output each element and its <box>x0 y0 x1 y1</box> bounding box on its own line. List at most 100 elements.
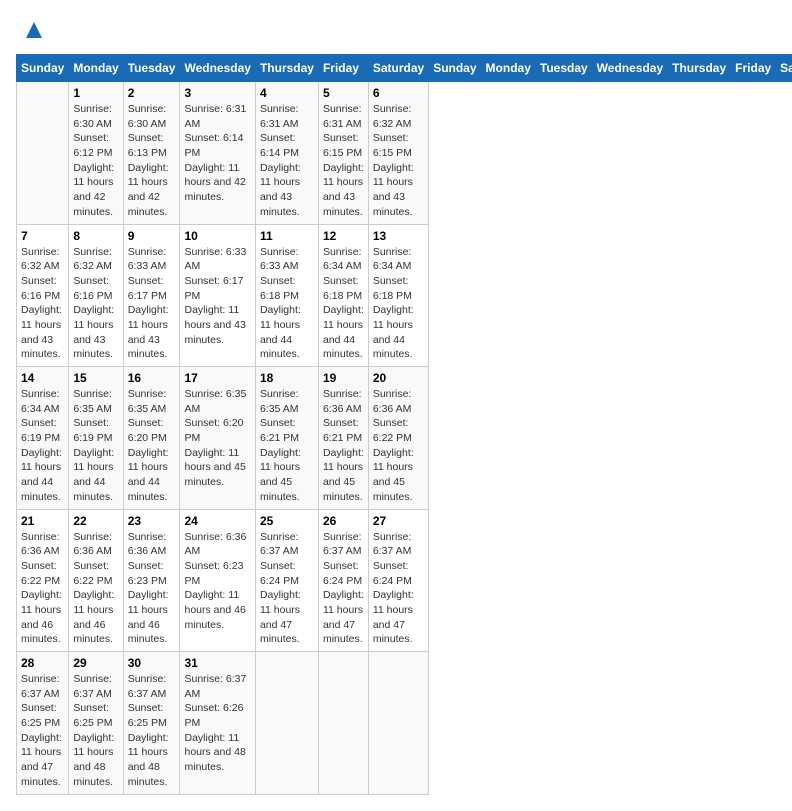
calendar-day-21: 21 Sunrise: 6:36 AM Sunset: 6:22 PM Dayli… <box>17 509 69 652</box>
day-number: 8 <box>73 229 118 243</box>
calendar-day-6: 6Sunrise: 6:32 AM Sunset: 6:15 PM Daylig… <box>368 82 428 225</box>
day-number: 12 <box>323 229 364 243</box>
day-info: Sunrise: 6:30 AM Sunset: 6:12 PM Dayligh… <box>73 102 118 220</box>
day-number: 23 <box>128 514 176 528</box>
header-day-sunday: Sunday <box>429 55 481 82</box>
day-number: 11 <box>260 229 314 243</box>
calendar-day-31: 31Sunrise: 6:37 AM Sunset: 6:26 PM Dayli… <box>180 652 255 795</box>
day-info: Sunrise: 6:33 AM Sunset: 6:18 PM Dayligh… <box>260 245 314 363</box>
calendar-empty-cell <box>17 82 69 225</box>
day-number: 3 <box>184 86 250 100</box>
day-info: Sunrise: 6:34 AM Sunset: 6:18 PM Dayligh… <box>323 245 364 363</box>
header-saturday: Saturday <box>368 55 428 82</box>
day-info: Sunrise: 6:36 AM Sunset: 6:23 PM Dayligh… <box>184 530 250 633</box>
calendar-day-16: 16 Sunrise: 6:35 AM Sunset: 6:20 PM Dayli… <box>123 367 180 510</box>
day-number: 19 <box>323 371 364 385</box>
day-number: 15 <box>73 371 118 385</box>
day-number: 30 <box>128 656 176 670</box>
day-number: 26 <box>323 514 364 528</box>
calendar-day-11: 11 Sunrise: 6:33 AM Sunset: 6:18 PM Dayli… <box>255 224 318 367</box>
header-day-saturday: Saturday <box>776 55 792 82</box>
day-number: 24 <box>184 514 250 528</box>
day-number: 2 <box>128 86 176 100</box>
header-thursday: Thursday <box>255 55 318 82</box>
calendar-empty-cell <box>255 652 318 795</box>
calendar-day-5: 5 Sunrise: 6:31 AM Sunset: 6:15 PM Daylig… <box>318 82 368 225</box>
calendar-day-12: 12 Sunrise: 6:34 AM Sunset: 6:18 PM Dayli… <box>318 224 368 367</box>
day-info: Sunrise: 6:31 AM Sunset: 6:15 PM Dayligh… <box>323 102 364 220</box>
day-info: Sunrise: 6:37 AM Sunset: 6:25 PM Dayligh… <box>21 672 64 790</box>
calendar-day-7: 7 Sunrise: 6:32 AM Sunset: 6:16 PM Daylig… <box>17 224 69 367</box>
day-info: Sunrise: 6:36 AM Sunset: 6:23 PM Dayligh… <box>128 530 176 648</box>
calendar-day-14: 14 Sunrise: 6:34 AM Sunset: 6:19 PM Dayli… <box>17 367 69 510</box>
day-number: 29 <box>73 656 118 670</box>
day-info: Sunrise: 6:30 AM Sunset: 6:13 PM Dayligh… <box>128 102 176 220</box>
day-info: Sunrise: 6:32 AM Sunset: 6:15 PM Dayligh… <box>373 102 424 220</box>
page-header <box>16 16 776 44</box>
day-number: 21 <box>21 514 64 528</box>
logo-icon <box>20 16 48 44</box>
day-number: 27 <box>373 514 424 528</box>
day-number: 14 <box>21 371 64 385</box>
calendar-table: SundayMondayTuesdayWednesdayThursdayFrid… <box>16 54 792 795</box>
header-monday: Monday <box>69 55 123 82</box>
calendar-day-9: 9Sunrise: 6:33 AM Sunset: 6:17 PM Daylig… <box>123 224 180 367</box>
day-info: Sunrise: 6:32 AM Sunset: 6:16 PM Dayligh… <box>73 245 118 363</box>
calendar-day-13: 13Sunrise: 6:34 AM Sunset: 6:18 PM Dayli… <box>368 224 428 367</box>
day-info: Sunrise: 6:37 AM Sunset: 6:24 PM Dayligh… <box>323 530 364 648</box>
header-day-friday: Friday <box>731 55 776 82</box>
calendar-day-3: 3Sunrise: 6:31 AM Sunset: 6:14 PM Daylig… <box>180 82 255 225</box>
day-number: 5 <box>323 86 364 100</box>
header-day-tuesday: Tuesday <box>535 55 592 82</box>
day-info: Sunrise: 6:37 AM Sunset: 6:24 PM Dayligh… <box>373 530 424 648</box>
calendar-day-28: 28Sunrise: 6:37 AM Sunset: 6:25 PM Dayli… <box>17 652 69 795</box>
day-info: Sunrise: 6:35 AM Sunset: 6:20 PM Dayligh… <box>184 387 250 490</box>
header-day-thursday: Thursday <box>668 55 731 82</box>
calendar-day-30: 30Sunrise: 6:37 AM Sunset: 6:25 PM Dayli… <box>123 652 180 795</box>
calendar-day-4: 4Sunrise: 6:31 AM Sunset: 6:14 PM Daylig… <box>255 82 318 225</box>
day-info: Sunrise: 6:32 AM Sunset: 6:16 PM Dayligh… <box>21 245 64 363</box>
day-info: Sunrise: 6:35 AM Sunset: 6:20 PM Dayligh… <box>128 387 176 505</box>
calendar-week-row: 7 Sunrise: 6:32 AM Sunset: 6:16 PM Daylig… <box>17 224 792 367</box>
calendar-week-row: 28Sunrise: 6:37 AM Sunset: 6:25 PM Dayli… <box>17 652 792 795</box>
day-number: 17 <box>184 371 250 385</box>
day-info: Sunrise: 6:33 AM Sunset: 6:17 PM Dayligh… <box>184 245 250 348</box>
day-number: 7 <box>21 229 64 243</box>
day-number: 16 <box>128 371 176 385</box>
calendar-day-29: 29 Sunrise: 6:37 AM Sunset: 6:25 PM Dayli… <box>69 652 123 795</box>
header-wednesday: Wednesday <box>180 55 255 82</box>
logo <box>16 16 48 44</box>
day-info: Sunrise: 6:34 AM Sunset: 6:18 PM Dayligh… <box>373 245 424 363</box>
calendar-day-23: 23 Sunrise: 6:36 AM Sunset: 6:23 PM Dayli… <box>123 509 180 652</box>
day-info: Sunrise: 6:37 AM Sunset: 6:24 PM Dayligh… <box>260 530 314 648</box>
header-friday: Friday <box>318 55 368 82</box>
calendar-empty-cell <box>318 652 368 795</box>
calendar-day-22: 22 Sunrise: 6:36 AM Sunset: 6:22 PM Dayli… <box>69 509 123 652</box>
day-info: Sunrise: 6:35 AM Sunset: 6:19 PM Dayligh… <box>73 387 118 505</box>
day-number: 22 <box>73 514 118 528</box>
header-day-monday: Monday <box>481 55 535 82</box>
calendar-day-27: 27 Sunrise: 6:37 AM Sunset: 6:24 PM Dayli… <box>368 509 428 652</box>
day-info: Sunrise: 6:37 AM Sunset: 6:26 PM Dayligh… <box>184 672 250 775</box>
day-info: Sunrise: 6:34 AM Sunset: 6:19 PM Dayligh… <box>21 387 64 505</box>
day-info: Sunrise: 6:36 AM Sunset: 6:22 PM Dayligh… <box>73 530 118 648</box>
calendar-week-row: 21 Sunrise: 6:36 AM Sunset: 6:22 PM Dayli… <box>17 509 792 652</box>
calendar-day-1: 1 Sunrise: 6:30 AM Sunset: 6:12 PM Daylig… <box>69 82 123 225</box>
calendar-empty-cell <box>368 652 428 795</box>
day-number: 1 <box>73 86 118 100</box>
calendar-week-row: 14 Sunrise: 6:34 AM Sunset: 6:19 PM Dayli… <box>17 367 792 510</box>
day-info: Sunrise: 6:36 AM Sunset: 6:22 PM Dayligh… <box>373 387 424 505</box>
day-info: Sunrise: 6:37 AM Sunset: 6:25 PM Dayligh… <box>73 672 118 790</box>
calendar-day-10: 10Sunrise: 6:33 AM Sunset: 6:17 PM Dayli… <box>180 224 255 367</box>
day-info: Sunrise: 6:36 AM Sunset: 6:22 PM Dayligh… <box>21 530 64 648</box>
day-info: Sunrise: 6:33 AM Sunset: 6:17 PM Dayligh… <box>128 245 176 363</box>
calendar-day-26: 26 Sunrise: 6:37 AM Sunset: 6:24 PM Dayli… <box>318 509 368 652</box>
day-info: Sunrise: 6:31 AM Sunset: 6:14 PM Dayligh… <box>260 102 314 220</box>
header-tuesday: Tuesday <box>123 55 180 82</box>
day-number: 20 <box>373 371 424 385</box>
calendar-header-row: SundayMondayTuesdayWednesdayThursdayFrid… <box>17 55 792 82</box>
calendar-day-2: 2 Sunrise: 6:30 AM Sunset: 6:13 PM Daylig… <box>123 82 180 225</box>
calendar-day-24: 24 Sunrise: 6:36 AM Sunset: 6:23 PM Dayli… <box>180 509 255 652</box>
day-number: 25 <box>260 514 314 528</box>
calendar-day-8: 8 Sunrise: 6:32 AM Sunset: 6:16 PM Daylig… <box>69 224 123 367</box>
